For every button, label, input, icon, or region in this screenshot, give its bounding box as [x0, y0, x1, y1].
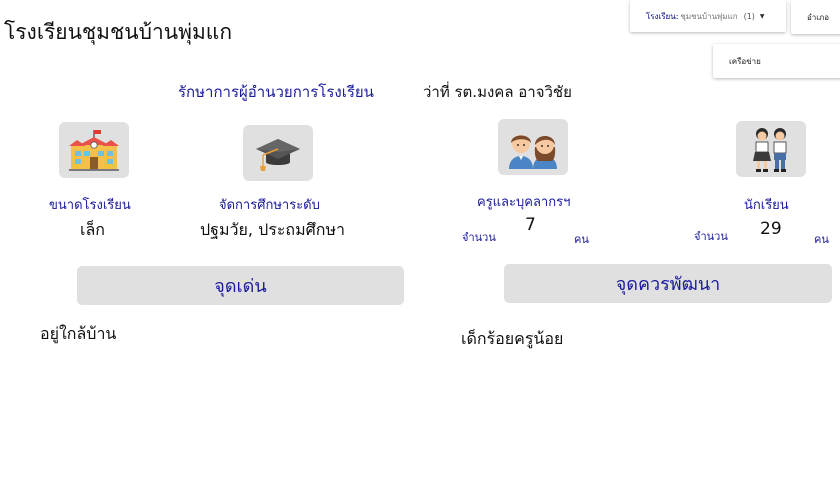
strengths-button[interactable]: จุดเด่น — [77, 266, 404, 305]
school-select-label: โรงเรียน: — [646, 11, 679, 21]
students-label: นักเรียน — [744, 198, 789, 213]
director-role: รักษาการผู้อำนวยการโรงเรียน — [178, 83, 374, 101]
school-size-label: ขนาดโรงเรียน — [49, 198, 131, 213]
teachers-label: ครูและบุคลากรฯ — [477, 195, 571, 210]
improvements-button[interactable]: จุดควรพัฒนา — [504, 264, 832, 303]
teachers-icon — [498, 119, 568, 175]
students-unit: คน — [814, 233, 829, 246]
teachers-count: 7 — [525, 215, 536, 235]
education-level-value: ปฐมวัย, ประถมศึกษา — [200, 220, 346, 239]
students-count: 29 — [760, 219, 782, 239]
teachers-unit: คน — [574, 233, 589, 246]
chevron-down-icon: ▼ — [759, 12, 765, 20]
students-count-label: จำนวน — [694, 230, 728, 243]
district-button[interactable]: อำเภอ — [791, 0, 840, 34]
strengths-text: อยู่ใกล้บ้าน — [40, 324, 117, 343]
school-select-count: (1) — [743, 11, 755, 21]
school-select-dropdown[interactable]: โรงเรียน: ชุมชนบ้านพุ่มแก (1) ▼ — [630, 0, 786, 32]
school-name-title: โรงเรียนชุมชนบ้านพุ่มแก — [4, 20, 233, 44]
director-name: ว่าที่ รต.มงคล อาจวิชัย — [423, 83, 572, 101]
graduation-cap-icon — [243, 125, 313, 181]
school-select-value: ชุมชนบ้านพุ่มแก — [680, 11, 738, 21]
teachers-count-label: จำนวน — [462, 231, 496, 244]
improvements-text: เด็กร้อยครูน้อย — [461, 329, 564, 348]
students-icon — [736, 121, 806, 177]
network-menu-item[interactable]: เครือข่าย — [713, 44, 840, 78]
school-size-value: เล็ก — [80, 220, 105, 239]
school-building-icon — [59, 122, 129, 178]
education-level-label: จัดการศึกษาระดับ — [219, 198, 320, 213]
